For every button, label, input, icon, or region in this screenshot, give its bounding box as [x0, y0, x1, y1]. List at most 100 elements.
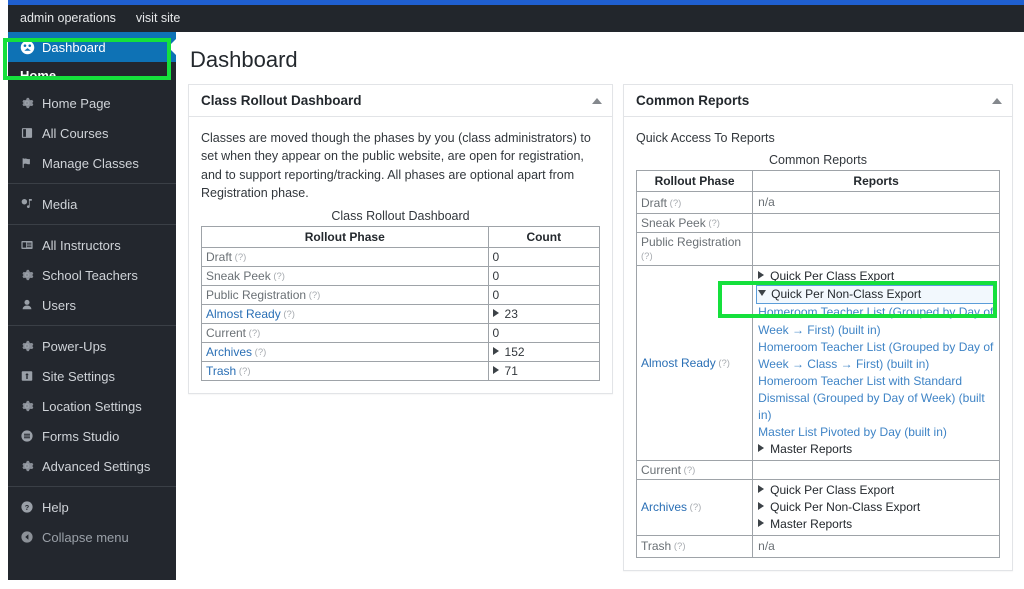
help-marker[interactable]: (?)	[667, 198, 682, 209]
phase-cell: Current (?)	[201, 322, 489, 343]
sidebar-item-label: Manage Classes	[42, 155, 139, 171]
help-marker[interactable]: (?)	[271, 271, 285, 282]
phase-link[interactable]: Archives	[641, 500, 687, 514]
sidebar-item-label: Home Page	[42, 95, 111, 111]
count-cell: 0	[487, 246, 601, 267]
reports-cell	[752, 232, 1000, 267]
report-group-toggle[interactable]: Master Reports	[757, 516, 995, 533]
gear-icon	[20, 339, 42, 353]
expand-triangle-icon[interactable]	[492, 365, 499, 374]
count-cell: 152	[487, 341, 601, 362]
help-marker[interactable]: (?)	[232, 252, 247, 263]
sidebar-item-label: Users	[42, 297, 76, 313]
expand-triangle-icon[interactable]	[492, 346, 499, 355]
table-row: Draft (?) 0	[201, 246, 601, 267]
report-link[interactable]: Homeroom Teacher List (Grouped by Day of…	[757, 304, 995, 338]
phase-cell: Public Registration (?)	[635, 232, 754, 267]
forms-icon	[20, 429, 42, 443]
book-icon	[20, 126, 42, 140]
help-marker[interactable]: (?)	[671, 541, 686, 552]
sidebar-item-dashboard[interactable]: Dashboard	[8, 32, 176, 62]
sidebar-section-home: Home	[8, 62, 176, 88]
sidebar-item-media[interactable]: Media	[8, 189, 176, 219]
column-header-reports: Reports	[752, 170, 1000, 193]
report-group-toggle[interactable]: Master Reports	[757, 441, 995, 458]
sidebar-item-all-courses[interactable]: All Courses	[8, 118, 176, 148]
report-group-label: Quick Per Class Export	[770, 482, 895, 497]
panel-body: Quick Access To Reports Common Reports R…	[624, 117, 1012, 570]
help-marker[interactable]: (?)	[687, 502, 702, 513]
sidebar-divider	[8, 325, 176, 326]
phase-link[interactable]: Trash	[206, 364, 236, 378]
phase-link[interactable]: Archives	[206, 345, 252, 359]
phase-cell: Sneak Peek (?)	[201, 265, 489, 286]
column-header-phase: Rollout Phase	[201, 225, 489, 248]
chevron-up-icon[interactable]	[592, 97, 602, 104]
phase-cell: Almost Ready (?)	[635, 265, 754, 461]
sidebar-item-advanced-settings[interactable]: Advanced Settings	[8, 451, 176, 481]
phase-label: Trash	[641, 539, 672, 554]
page-title: Dashboard	[190, 47, 298, 72]
sidebar-item-school-teachers[interactable]: School Teachers	[8, 260, 176, 290]
panel-title: Common Reports	[636, 93, 750, 108]
help-marker[interactable]: (?)	[681, 465, 696, 476]
sidebar-item-home-page[interactable]: Home Page	[8, 88, 176, 118]
report-link[interactable]: Master List Pivoted by Day (built in)	[757, 424, 995, 441]
sidebar-item-label: All Instructors	[42, 237, 121, 253]
sidebar-item-manage-classes[interactable]: Manage Classes	[8, 148, 176, 178]
help-marker[interactable]: (?)	[641, 251, 653, 262]
expand-triangle-icon[interactable]	[492, 308, 499, 317]
sidebar-item-label: Dashboard	[42, 39, 106, 55]
sidebar-item-collapse-menu[interactable]: Collapse menu	[8, 522, 176, 552]
report-group-toggle[interactable]: Quick Per Class Export	[757, 268, 995, 285]
expand-triangle-icon	[758, 518, 765, 527]
help-marker[interactable]: (?)	[281, 309, 295, 320]
phase-link[interactable]: Almost Ready	[641, 356, 716, 370]
phase-label: Current	[641, 462, 682, 477]
sidebar-item-site-settings[interactable]: Site Settings	[8, 361, 176, 391]
sidebar-item-label: School Teachers	[42, 267, 138, 283]
help-marker[interactable]: (?)	[252, 347, 267, 358]
help-marker[interactable]: (?)	[246, 328, 261, 339]
sidebar-item-forms-studio[interactable]: Forms Studio	[8, 421, 176, 451]
column-header-count: Count	[487, 225, 601, 248]
gear-icon	[20, 268, 42, 282]
gear-icon	[20, 459, 42, 473]
sidebar-item-power-ups[interactable]: Power-Ups	[8, 331, 176, 361]
reports-cell: Quick Per Class Export Quick Per Non-Clas…	[752, 478, 1000, 536]
expand-triangle-icon	[758, 443, 765, 452]
visit-site-link[interactable]: visit site	[126, 5, 190, 32]
report-group-label: Quick Per Class Export	[770, 269, 895, 284]
sidebar-item-label: All Courses	[42, 125, 109, 141]
phase-cell: Current (?)	[635, 459, 754, 480]
report-link[interactable]: Homeroom Teacher List (Grouped by Day of…	[757, 339, 995, 373]
panel-body: Classes are moved though the phases by y…	[189, 117, 612, 393]
sidebar-item-location-settings[interactable]: Location Settings	[8, 391, 176, 421]
phase-link[interactable]: Almost Ready	[206, 307, 281, 321]
report-group-toggle[interactable]: Quick Per Class Export	[757, 482, 995, 499]
phase-cell: Public Registration (?)	[201, 284, 489, 305]
report-link[interactable]: Homeroom Teacher List with Standard Dism…	[757, 373, 995, 424]
report-group-toggle[interactable]: Quick Per Non-Class Export	[756, 285, 995, 305]
chevron-up-icon[interactable]	[992, 97, 1002, 104]
sidebar-item-users[interactable]: Users	[8, 290, 176, 320]
table-header-row: Rollout Phase Reports	[635, 170, 1000, 193]
report-group-toggle[interactable]: Quick Per Non-Class Export	[757, 499, 995, 516]
phase-cell: Trash (?)	[201, 360, 489, 381]
help-marker[interactable]: (?)	[706, 218, 720, 229]
phase-label: Sneak Peek	[641, 216, 706, 231]
sidebar-item-help[interactable]: ? Help	[8, 492, 176, 522]
help-marker[interactable]: (?)	[716, 358, 730, 369]
report-group-label: Master Reports	[770, 516, 853, 531]
phase-label: Current	[206, 325, 247, 340]
gear-icon	[20, 399, 42, 413]
reports-cell: Quick Per Class Export Quick Per Non-Clas…	[752, 265, 1000, 461]
admin-operations-menu[interactable]: admin operations	[8, 5, 126, 32]
sidebar-item-label: Help	[42, 499, 69, 515]
phase-cell: Sneak Peek (?)	[635, 213, 754, 234]
help-marker[interactable]: (?)	[306, 290, 321, 301]
phase-cell: Archives (?)	[635, 478, 754, 536]
sidebar-item-label: Advanced Settings	[42, 458, 151, 474]
help-marker[interactable]: (?)	[236, 366, 251, 377]
sidebar-item-all-instructors[interactable]: All Instructors	[8, 230, 176, 260]
